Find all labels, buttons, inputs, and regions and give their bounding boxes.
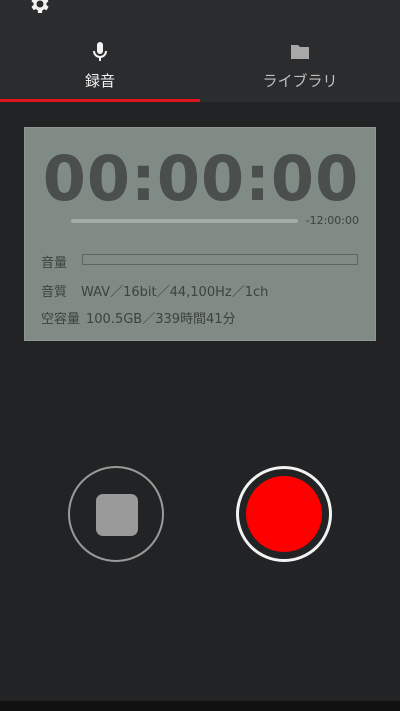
free-space-label: 空容量	[41, 312, 81, 327]
gear-icon[interactable]	[28, 0, 52, 16]
tab-record[interactable]: 録音	[0, 30, 200, 102]
recorder-app: 録音 ライブラリ 00:00:00 -12:00:00 音量 音質 WAV／16…	[0, 0, 400, 711]
stop-icon	[96, 494, 138, 536]
quality-row: 音質 WAV／16bit／44,100Hz／1ch	[41, 281, 268, 300]
quality-label: 音質	[41, 285, 68, 300]
free-space-row: 空容量 100.5GB／339時間41分	[41, 308, 236, 327]
record-icon	[246, 476, 322, 552]
folder-icon	[288, 40, 312, 64]
top-bar: 録音 ライブラリ	[0, 0, 400, 102]
quality-value: WAV／16bit／44,100Hz／1ch	[81, 285, 269, 300]
tab-bar: 録音 ライブラリ	[0, 30, 400, 102]
tab-library[interactable]: ライブラリ	[200, 30, 400, 102]
record-button[interactable]	[236, 466, 332, 562]
elapsed-time: 00:00:00	[42, 142, 360, 215]
tab-record-label: 録音	[84, 72, 115, 90]
volume-label: 音量	[41, 256, 68, 271]
volume-row: 音量	[41, 252, 67, 271]
recording-progress-bar	[71, 219, 298, 223]
remaining-time: -12:00:00	[305, 214, 359, 227]
microphone-icon	[88, 40, 112, 64]
volume-meter	[82, 254, 358, 265]
bottom-edge	[0, 701, 400, 711]
stop-button[interactable]	[68, 466, 164, 562]
free-space-value: 100.5GB／339時間41分	[86, 312, 236, 327]
tab-library-label: ライブラリ	[262, 72, 338, 90]
recording-display: 00:00:00 -12:00:00 音量 音質 WAV／16bit／44,100…	[24, 127, 376, 341]
